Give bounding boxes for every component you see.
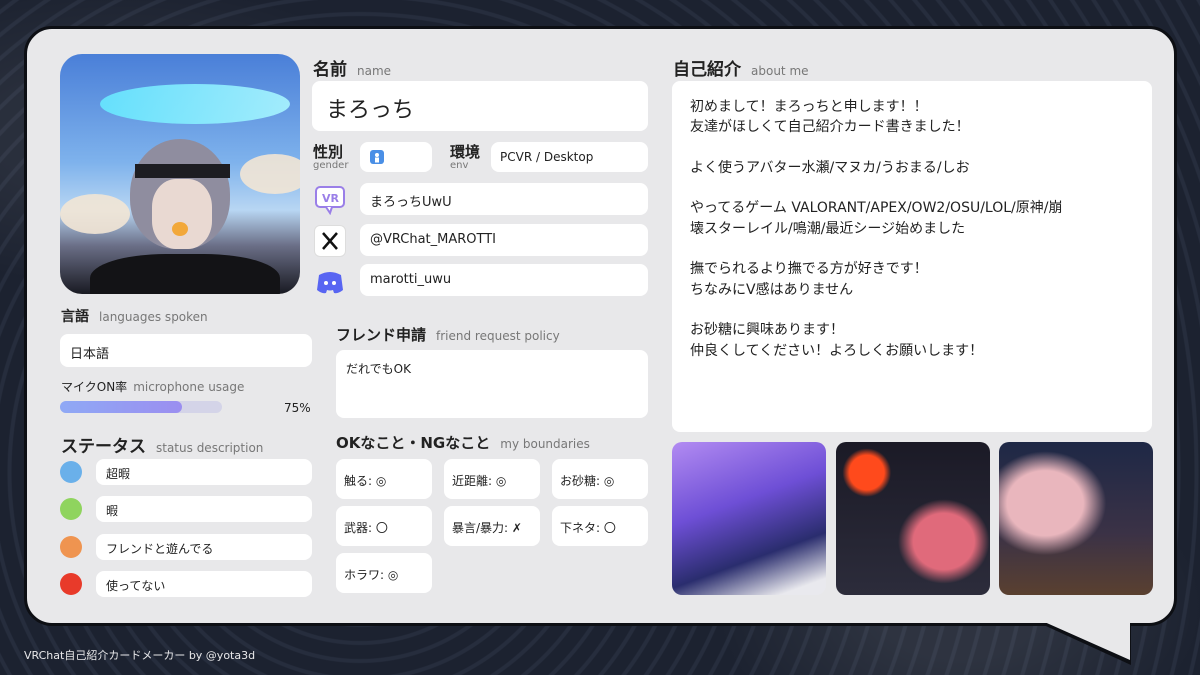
status-item: フレンドと遊んでる	[96, 534, 312, 560]
about-line: 仲良くしてください！よろしくお願いします！	[690, 342, 984, 359]
status-color-dot	[60, 461, 82, 483]
gallery-photo	[999, 442, 1153, 595]
gallery-photo	[836, 442, 990, 595]
whale-shape	[100, 84, 290, 124]
gender-label: 性別 gender	[313, 143, 349, 171]
status-item-text: 暇	[106, 504, 119, 518]
status-item: 超暇	[96, 459, 312, 485]
languages-field: 日本語	[60, 334, 312, 367]
about-line: 初めまして！まろっちと申します！！	[690, 99, 928, 115]
mic-progress-fill	[60, 401, 182, 413]
about-line	[690, 239, 1062, 259]
about-line: お砂糖に興味あります！	[690, 322, 844, 339]
avatar-body	[90, 254, 280, 294]
boundaries-label: OKなこと・NGなこと my boundaries	[336, 434, 590, 452]
boundary-item: 武器: 〇	[336, 506, 432, 546]
status-color-dot	[60, 498, 82, 520]
avatar-image	[60, 54, 300, 294]
status-label: ステータス status description	[61, 437, 264, 457]
status-color-dot	[60, 573, 82, 595]
boundary-text: 下ネタ: 〇	[560, 521, 616, 535]
x-logo-icon	[314, 225, 346, 257]
about-field: 初めまして！まろっちと申します！！ 友達がほしくて自己紹介カード書きました！ よく使…	[672, 81, 1152, 432]
boundary-item: 下ネタ: 〇	[552, 506, 648, 546]
speech-tail	[1040, 620, 1130, 660]
languages-label: 言語 languages spoken	[61, 309, 208, 325]
x-handle-field: @VRChat_MAROTTI	[360, 224, 648, 256]
boundary-item: お砂糖: ◎	[552, 459, 648, 499]
footer-credit: VRChat自己紹介カードメーカー by @yota3d	[24, 649, 256, 662]
about-line	[690, 178, 1062, 198]
mic-percent: 75%	[284, 401, 311, 415]
env-label: 環境 env	[450, 143, 481, 171]
vrchat-id-field: まろっちUwU	[360, 183, 648, 215]
about-line: よく使うアバター水瀬/マヌカ/うおまる/しお	[690, 159, 970, 176]
boundary-item: 暴言/暴力: ✗	[444, 506, 540, 546]
about-line: 壊スターレイル/鳴潮/最近シージ始めました	[690, 220, 966, 237]
name-value: まろっち	[326, 98, 415, 123]
about-line	[690, 138, 1062, 158]
mic-label: マイクON率 microphone usage	[61, 380, 245, 394]
cloud-shape	[240, 154, 300, 194]
friend-policy-field: だれでもOK	[336, 350, 648, 418]
about-label: 自己紹介 about me	[673, 60, 809, 80]
about-line: 撫でられるより撫でる方が好きです！	[690, 261, 928, 278]
boundary-item: 触る: ◎	[336, 459, 432, 499]
status-item: 暇	[96, 496, 312, 522]
about-line: やってるゲーム VALORANT/APEX/OW2/OSU/LOL/原神/崩	[690, 200, 1063, 217]
gallery-photo	[672, 442, 826, 595]
vrchat-icon: VR	[314, 183, 346, 216]
cloud-shape	[60, 194, 130, 234]
avatar-pacifier	[172, 222, 188, 236]
male-symbol-icon	[370, 150, 384, 164]
boundary-item: 近距離: ◎	[444, 459, 540, 499]
boundary-text: 武器: 〇	[344, 521, 388, 535]
svg-text:VR: VR	[322, 192, 340, 205]
boundary-text: 触る: ◎	[344, 474, 387, 488]
gender-field	[360, 142, 432, 172]
about-line: 友達がほしくて自己紹介カード書きました！	[690, 119, 970, 136]
boundary-text: 暴言/暴力: ✗	[452, 521, 522, 535]
boundary-text: 近距離: ◎	[452, 474, 507, 488]
boundary-text: ホラワ: ◎	[344, 568, 399, 582]
boundary-text: お砂糖: ◎	[560, 474, 615, 488]
name-label: 名前 name	[313, 60, 392, 80]
status-item: 使ってない	[96, 571, 312, 597]
boundary-item: ホラワ: ◎	[336, 553, 432, 593]
status-item-text: 使ってない	[106, 579, 166, 593]
avatar-face	[152, 179, 212, 249]
status-item-text: フレンドと遊んでる	[106, 542, 214, 556]
status-color-dot	[60, 536, 82, 558]
name-field: まろっち	[312, 81, 648, 131]
mic-progress-bar	[60, 401, 222, 413]
status-item-text: 超暇	[106, 467, 131, 481]
env-field: PCVR / Desktop	[491, 142, 648, 172]
about-line: ちなみにV感はありません	[690, 281, 854, 298]
discord-icon	[314, 266, 346, 298]
about-line	[690, 300, 1062, 320]
about-text: 初めまして！まろっちと申します！！ 友達がほしくて自己紹介カード書きました！ よく使…	[690, 97, 1062, 361]
discord-id-field: marotti_uwu	[360, 264, 648, 296]
avatar-headband	[135, 164, 230, 178]
friend-label: フレンド申請 friend request policy	[336, 326, 560, 344]
